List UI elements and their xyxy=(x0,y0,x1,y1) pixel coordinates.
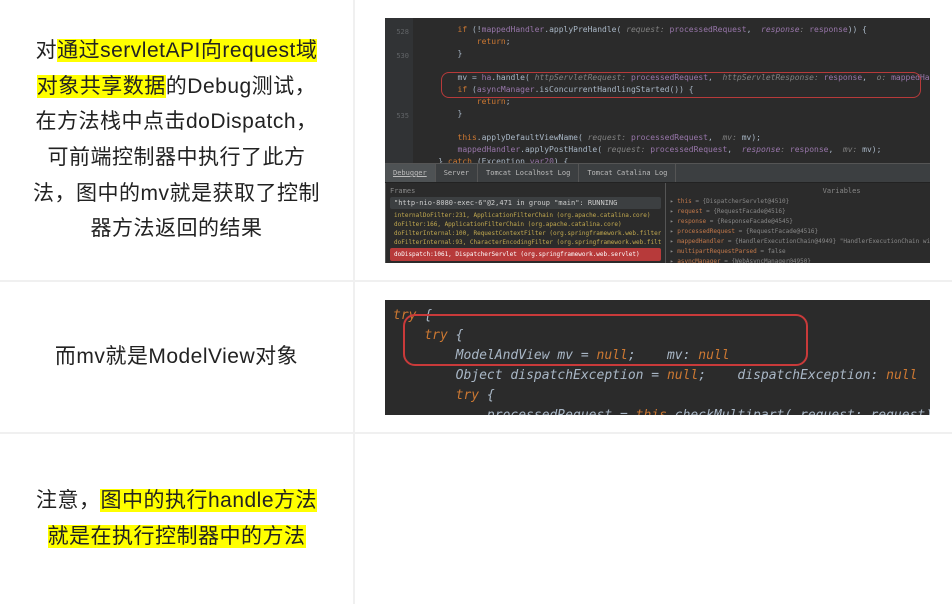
code-line: try { xyxy=(393,306,930,326)
row2-desc-cell: 而mv就是ModelView对象 xyxy=(0,282,355,432)
row-2: 而mv就是ModelView对象 try { try { ModelAndVie… xyxy=(0,282,952,434)
row1-pre: 对 xyxy=(36,39,58,62)
ide-code-area: 528530535540542 if (!mappedHandler.apply… xyxy=(385,18,930,163)
stack-frame[interactable]: doFilterInternal:100, RequestContextFilt… xyxy=(390,229,661,238)
doc-table: 对通过servletAPI向request域对象共享数据的Debug测试，在方法… xyxy=(0,0,952,604)
code-line: mappedHandler.applyPostHandle( request: … xyxy=(419,144,930,156)
frame-selected[interactable]: doDispatch:1061, DispatcherServlet (org.… xyxy=(390,248,661,261)
row1-desc-cell: 对通过servletAPI向request域对象共享数据的Debug测试，在方法… xyxy=(0,0,355,280)
code-line xyxy=(419,120,930,132)
variable-row[interactable]: ▸ asyncManager = {WebAsyncManager@4950} xyxy=(670,257,930,263)
code-lines: if (!mappedHandler.applyPreHandle( reque… xyxy=(419,24,930,180)
code-line: } xyxy=(419,48,930,60)
line-gutter: 528530535540542 xyxy=(385,18,413,163)
row1-desc: 对通过servletAPI向request域对象共享数据的Debug测试，在方法… xyxy=(28,33,325,247)
row-1: 对通过servletAPI向request域对象共享数据的Debug测试，在方法… xyxy=(0,0,952,282)
row1-post: 的Debug测试，在方法栈中点击doDispatch，可前端控制器中执行了此方法… xyxy=(33,75,320,241)
debugger-tab[interactable]: Tomcat Localhost Log xyxy=(478,164,579,182)
stack-frame[interactable]: doService:961, DispatcherServlet (org.sp… xyxy=(390,262,661,263)
code-line xyxy=(419,60,930,72)
variables-title: Variables xyxy=(670,187,930,195)
row3-pre: 注意， xyxy=(36,489,101,512)
stack-frame[interactable]: internalDoFilter:231, ApplicationFilterC… xyxy=(390,211,661,220)
stack-frame[interactable]: doFilter:166, ApplicationFilterChain (or… xyxy=(390,220,661,229)
row3-image-cell xyxy=(355,434,952,604)
debugger-tab[interactable]: Server xyxy=(436,164,478,182)
code-line: try { xyxy=(393,386,930,406)
code-line: mv = ha.handle( httpServletRequest: proc… xyxy=(419,72,930,84)
ide-screenshot: 528530535540542 if (!mappedHandler.apply… xyxy=(385,18,930,263)
row3-desc: 注意，图中的执行handle方法就是在执行控制器中的方法 xyxy=(28,483,325,554)
code-snippet-2: try { try { ModelAndView mv = null; mv: … xyxy=(385,300,930,415)
variables-panel: Variables ▸ this = {DispatcherServlet@45… xyxy=(666,183,930,263)
code-line: try { xyxy=(393,326,930,346)
code-line: } xyxy=(419,108,930,120)
code-line: processedRequest = this.checkMultipart( … xyxy=(393,406,930,415)
row-3: 注意，图中的执行handle方法就是在执行控制器中的方法 xyxy=(0,434,952,604)
row2-image-cell: try { try { ModelAndView mv = null; mv: … xyxy=(355,282,952,432)
code-line: return; xyxy=(419,96,930,108)
code-line: this.applyDefaultViewName( request: proc… xyxy=(419,132,930,144)
code-line: return; xyxy=(419,36,930,48)
frames-title: Frames xyxy=(390,187,661,195)
frames-panel: Frames "http-nio-8080-exec-6"@2,471 in g… xyxy=(386,183,666,263)
code-line: ModelAndView mv = null; mv: null xyxy=(393,346,930,366)
row1-image-cell: 528530535540542 if (!mappedHandler.apply… xyxy=(355,0,952,280)
row2-desc: 而mv就是ModelView对象 xyxy=(55,339,298,375)
variable-row[interactable]: ▸ response = {ResponseFacade@4545} xyxy=(670,217,930,227)
debugger-panel: Frames "http-nio-8080-exec-6"@2,471 in g… xyxy=(385,183,930,263)
variable-row[interactable]: ▸ request = {RequestFacade@4516} xyxy=(670,207,930,217)
code-line: if (asyncManager.isConcurrentHandlingSta… xyxy=(419,84,930,96)
row3-desc-cell: 注意，图中的执行handle方法就是在执行控制器中的方法 xyxy=(0,434,355,604)
debugger-tab[interactable]: Tomcat Catalina Log xyxy=(579,164,676,182)
code-line: Object dispatchException = null; dispatc… xyxy=(393,366,930,386)
variable-row[interactable]: ▸ processedRequest = {RequestFacade@4516… xyxy=(670,227,930,237)
stack-frame[interactable]: doFilterInternal:93, CharacterEncodingFi… xyxy=(390,238,661,247)
variable-row[interactable]: ▸ this = {DispatcherServlet@4510} xyxy=(670,197,930,207)
debugger-tab[interactable]: Debugger xyxy=(385,164,436,182)
thread-running: "http-nio-8080-exec-6"@2,471 in group "m… xyxy=(390,197,661,209)
debugger-tabbar: DebuggerServerTomcat Localhost LogTomcat… xyxy=(385,163,930,183)
code-line: if (!mappedHandler.applyPreHandle( reque… xyxy=(419,24,930,36)
variable-row[interactable]: ▸ multipartRequestParsed = false xyxy=(670,247,930,257)
variable-row[interactable]: ▸ mappedHandler = {HandlerExecutionChain… xyxy=(670,237,930,247)
